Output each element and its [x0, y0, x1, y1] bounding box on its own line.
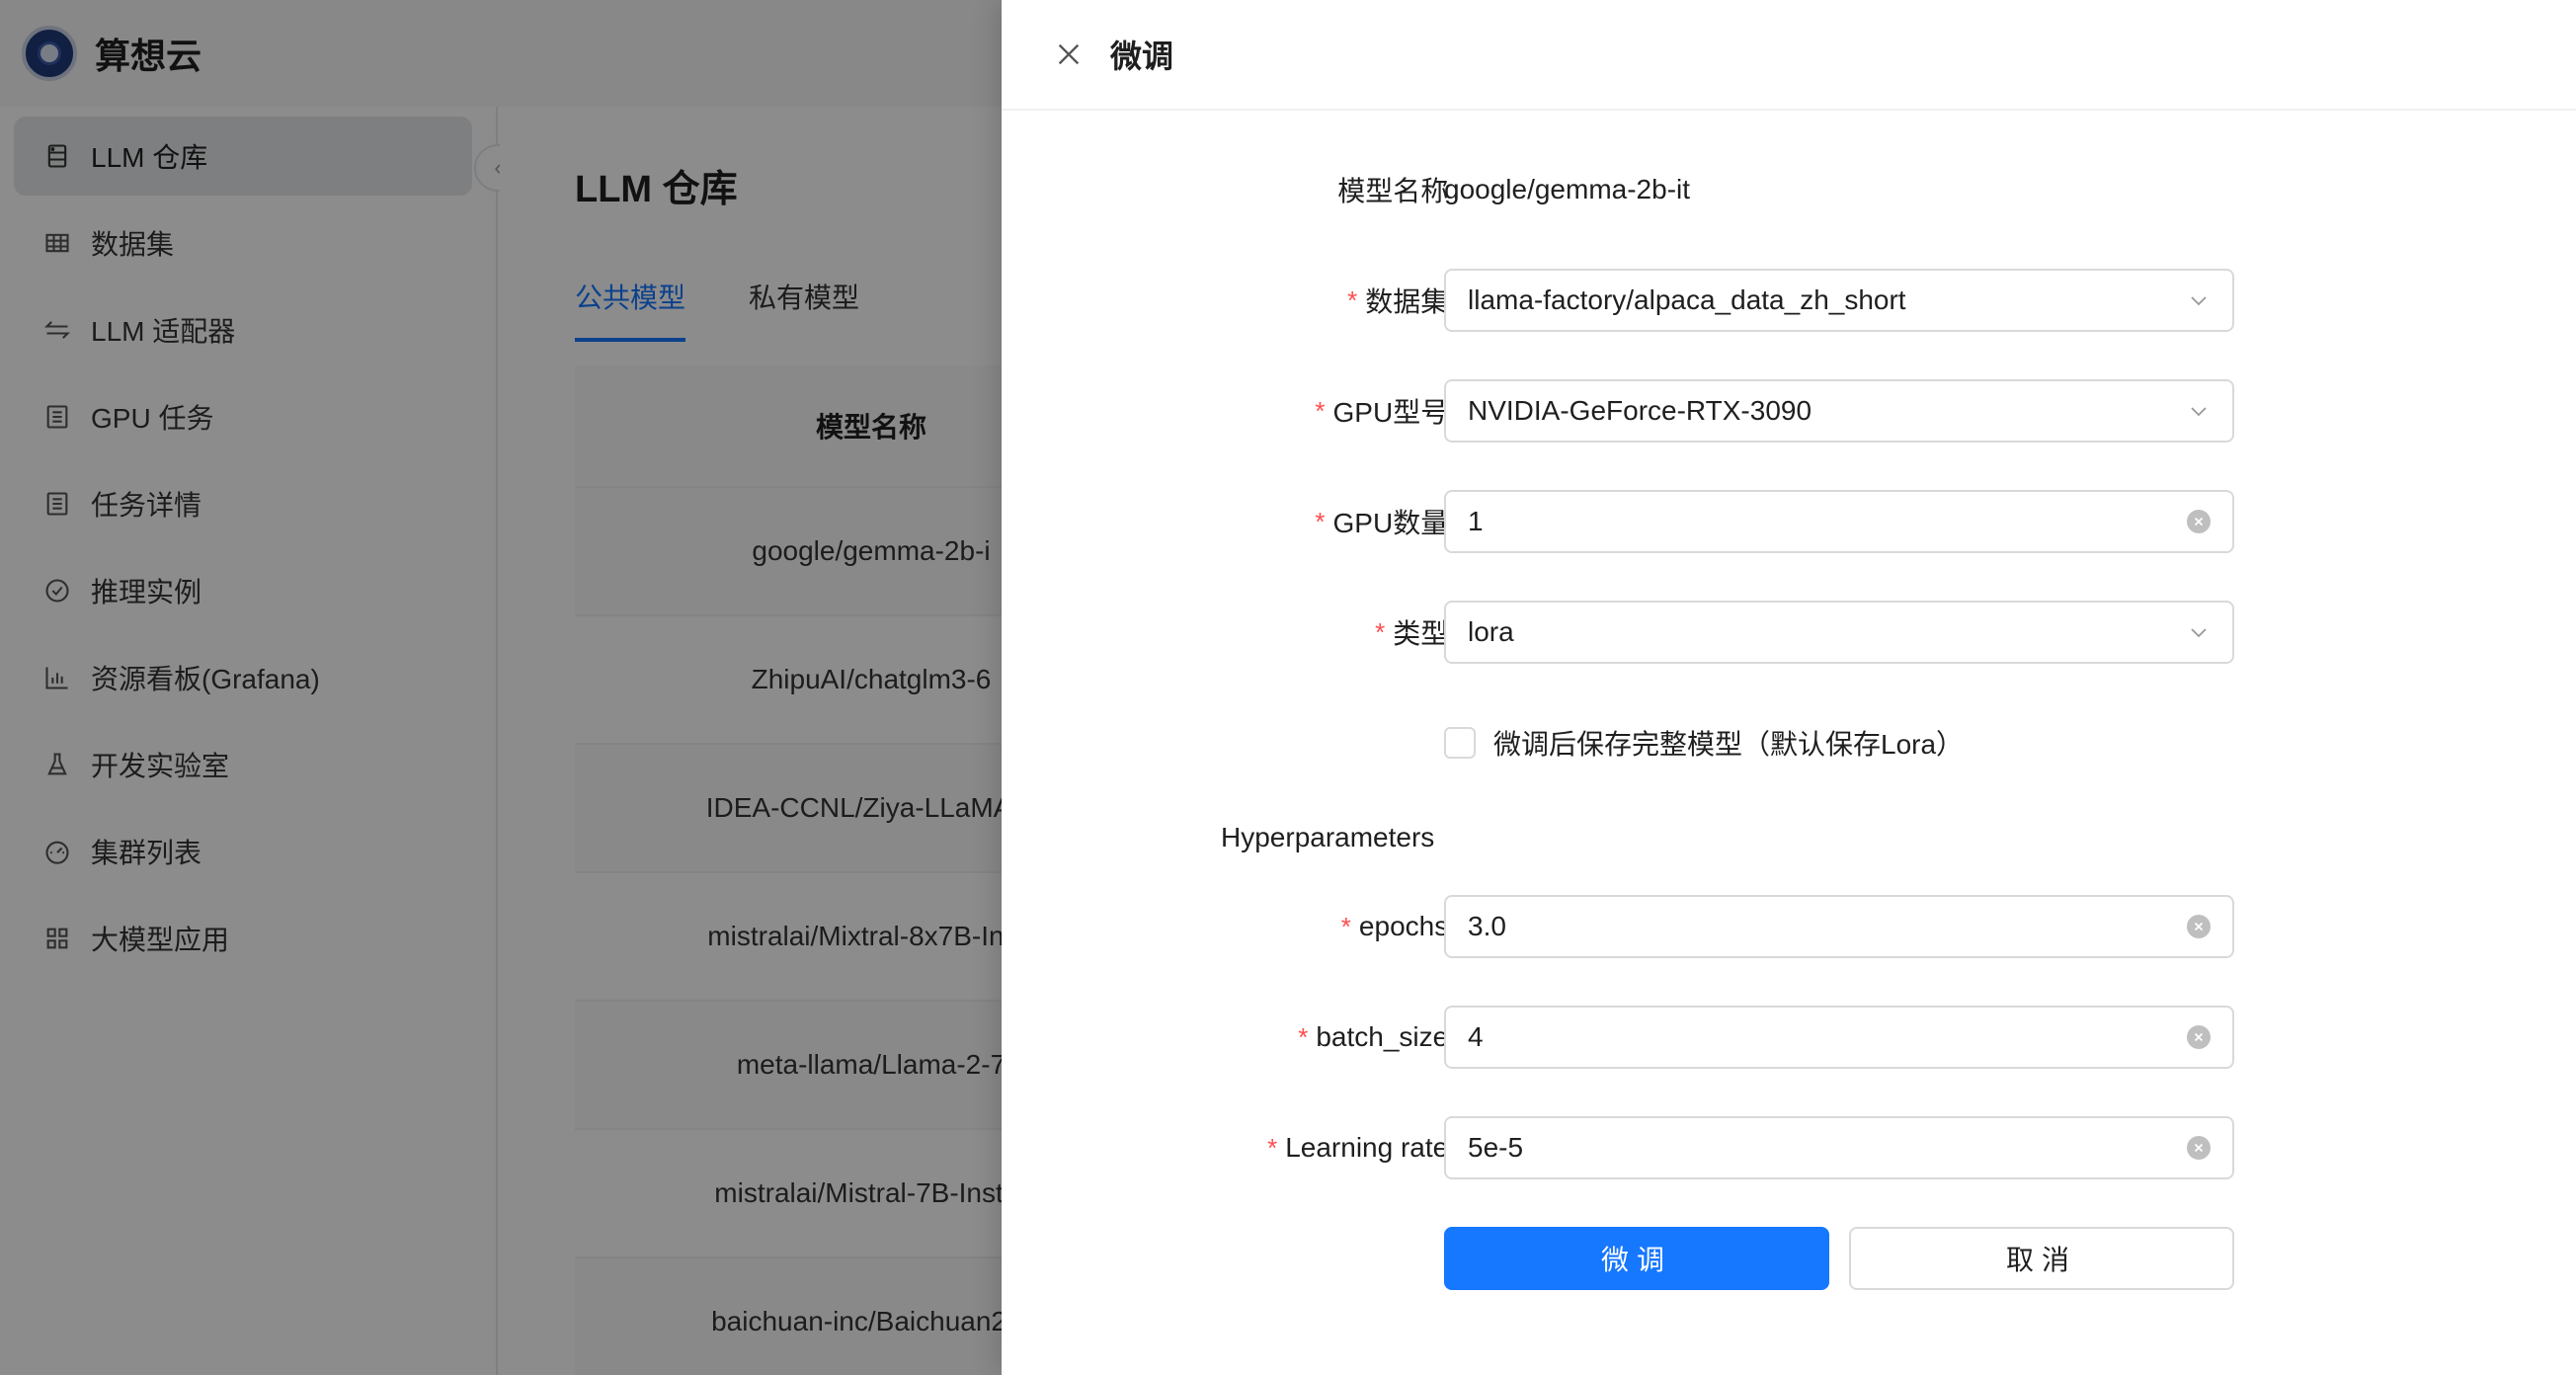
- clear-icon[interactable]: [2187, 510, 2211, 533]
- drawer-title: 微调: [1110, 39, 1174, 74]
- close-icon[interactable]: [1053, 39, 1085, 70]
- gpu-type-select[interactable]: NVIDIA-GeForce-RTX-3090: [1444, 379, 2234, 443]
- save-full-model-checkbox[interactable]: [1444, 727, 1476, 759]
- dataset-select-value: llama-factory/alpaca_data_zh_short: [1468, 284, 1906, 315]
- learning-rate-input-value: 5e-5: [1468, 1132, 1524, 1163]
- cancel-button[interactable]: 取消: [1849, 1227, 2234, 1290]
- form-label: *GPU型号:: [1315, 395, 1460, 428]
- type-select[interactable]: lora: [1444, 601, 2234, 664]
- learning-rate-input[interactable]: 5e-5: [1444, 1116, 2234, 1179]
- drawer-header: 微调: [1002, 0, 2576, 111]
- chevron-down-icon: [2187, 620, 2211, 644]
- form-row-dataset: *数据集: llama-factory/alpaca_data_zh_short: [1002, 269, 2576, 332]
- hyperparameters-title: Hyperparameters: [1221, 822, 1435, 852]
- dataset-select[interactable]: llama-factory/alpaca_data_zh_short: [1444, 269, 2234, 332]
- form-row-type: *类型: lora: [1002, 601, 2576, 664]
- type-select-value: lora: [1468, 616, 1514, 647]
- clear-icon[interactable]: [2187, 1025, 2211, 1049]
- finetune-drawer: 微调 模型名称: google/gemma-2b-it *数据集: llama-…: [1002, 0, 2576, 1375]
- chevron-down-icon: [2187, 288, 2211, 312]
- clear-icon[interactable]: [2187, 1136, 2211, 1160]
- gpu-type-select-value: NVIDIA-GeForce-RTX-3090: [1468, 395, 1812, 426]
- gpu-count-input[interactable]: 1: [1444, 490, 2234, 553]
- form-row-gpu-count: *GPU数量: 1: [1002, 490, 2576, 553]
- model-name-value: google/gemma-2b-it: [1444, 174, 1691, 204]
- save-full-model-option[interactable]: 微调后保存完整模型（默认保存Lora）: [1444, 711, 1964, 774]
- form-label: *epochs:: [1340, 911, 1460, 941]
- form-row-epochs: *epochs: 3.0: [1002, 895, 2576, 958]
- form-row-learning-rate: *Learning rate: 5e-5: [1002, 1116, 2576, 1179]
- batch-size-input-value: 4: [1468, 1021, 1484, 1052]
- app-root: 算想云 LLM 仓库 数据集 LLM 适配器 GPU 任务 任务详情 推理实例 …: [0, 0, 2576, 1375]
- save-full-model-label: 微调后保存完整模型（默认保存Lora）: [1493, 729, 1965, 760]
- epochs-input[interactable]: 3.0: [1444, 895, 2234, 958]
- form-row-model-name: 模型名称: google/gemma-2b-it: [1002, 158, 2576, 221]
- form-label: *Learning rate:: [1267, 1132, 1460, 1163]
- form-row-batch-size: *batch_size: 4: [1002, 1006, 2576, 1069]
- form-label: *GPU数量:: [1315, 506, 1460, 538]
- form-label: 模型名称:: [1337, 174, 1460, 206]
- epochs-input-value: 3.0: [1468, 911, 1506, 941]
- finetune-submit-button[interactable]: 微调: [1444, 1227, 1829, 1290]
- form-row-gpu-type: *GPU型号: NVIDIA-GeForce-RTX-3090: [1002, 379, 2576, 443]
- form-label: *batch_size:: [1298, 1021, 1460, 1052]
- chevron-down-icon: [2187, 399, 2211, 423]
- clear-icon[interactable]: [2187, 915, 2211, 938]
- batch-size-input[interactable]: 4: [1444, 1006, 2234, 1069]
- form-label: *数据集:: [1347, 284, 1460, 317]
- gpu-count-input-value: 1: [1468, 506, 1484, 536]
